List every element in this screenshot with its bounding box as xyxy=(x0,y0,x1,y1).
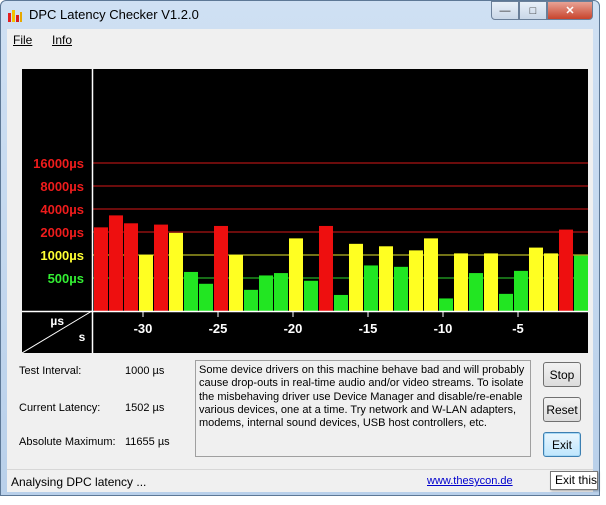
latency-bar xyxy=(469,273,483,311)
latency-bar xyxy=(514,270,528,311)
latency-bar xyxy=(499,293,513,311)
exit-tooltip: Exit this xyxy=(550,471,598,490)
latency-bar xyxy=(289,238,303,311)
corner-unit-label: µs xyxy=(50,314,64,328)
y-tick-label: 4000µs xyxy=(40,202,84,217)
y-tick-label: 8000µs xyxy=(40,179,84,194)
test-interval-label: Test Interval: xyxy=(19,365,82,377)
y-tick-label: 500µs xyxy=(48,271,84,286)
x-tick-label: -15 xyxy=(359,321,378,336)
latency-bar xyxy=(274,273,288,311)
menu-file-label: File xyxy=(13,33,33,47)
exit-button[interactable]: Exit xyxy=(543,432,581,457)
latency-chart: 16000µs 8000µs 4000µs 2000µs 1000µs 500µs µs s -… xyxy=(22,69,588,353)
latency-bar xyxy=(334,294,348,311)
latency-bar xyxy=(484,253,498,311)
latency-bar xyxy=(544,253,558,311)
absolute-max-label: Absolute Maximum: xyxy=(19,436,116,448)
maximize-icon: □ xyxy=(529,4,537,17)
menu-info-label: Info xyxy=(52,33,73,47)
latency-bar xyxy=(94,227,108,311)
status-bar: Analysing DPC latency ... www.thesycon.d… xyxy=(7,469,593,492)
latency-bar xyxy=(124,223,138,311)
latency-bar xyxy=(109,215,123,311)
latency-bar xyxy=(184,271,198,311)
app-bars-icon xyxy=(8,10,22,22)
maximize-button[interactable]: □ xyxy=(519,1,547,20)
x-tick-label: -25 xyxy=(209,321,228,336)
y-tick-label: 2000µs xyxy=(40,225,84,240)
close-button[interactable]: ✕ xyxy=(547,1,593,20)
latency-bar xyxy=(199,283,213,311)
latency-bar xyxy=(139,255,153,311)
menu-file[interactable]: File xyxy=(13,33,32,47)
menu-bar: File Info xyxy=(7,29,593,51)
client-area: File Info 16000µs 8000µs 4000µs 2000µs 1000µ… xyxy=(7,29,593,492)
latency-bar xyxy=(574,255,588,311)
latency-bar xyxy=(154,224,168,311)
x-tick-label: -30 xyxy=(134,321,153,336)
absolute-max-value: 11655 µs xyxy=(125,436,170,448)
app-window: DPC Latency Checker V1.2.0 — □ ✕ File In… xyxy=(0,0,600,496)
x-tick-label: -5 xyxy=(512,321,524,336)
current-latency-label: Current Latency: xyxy=(19,402,101,414)
window-title: DPC Latency Checker V1.2.0 xyxy=(29,7,199,22)
latency-bar xyxy=(169,232,183,311)
title-bar[interactable]: DPC Latency Checker V1.2.0 — □ ✕ xyxy=(1,1,599,29)
website-link[interactable]: www.thesycon.de xyxy=(427,475,513,487)
latency-bar xyxy=(409,250,423,311)
y-tick-label: 16000µs xyxy=(33,156,84,171)
x-tick-label: -20 xyxy=(284,321,303,336)
latency-bar xyxy=(259,275,273,311)
latency-bar xyxy=(349,243,363,311)
test-interval-value: 1000 µs xyxy=(125,365,165,377)
latency-bar xyxy=(244,289,258,311)
latency-bar xyxy=(529,247,543,311)
latency-bar xyxy=(424,238,438,311)
latency-bar xyxy=(214,225,228,311)
latency-bar xyxy=(364,265,378,311)
latency-bar xyxy=(559,229,573,311)
latency-bar xyxy=(319,225,333,311)
latency-bar xyxy=(394,266,408,311)
minimize-icon: — xyxy=(499,4,511,17)
latency-bar xyxy=(229,255,243,311)
minimize-button[interactable]: — xyxy=(491,1,519,20)
y-tick-label: 1000µs xyxy=(40,248,84,263)
stop-button[interactable]: Stop xyxy=(543,362,581,387)
corner-seconds-label: s xyxy=(79,330,86,344)
menu-info[interactable]: Info xyxy=(52,33,72,47)
status-text: Analysing DPC latency ... xyxy=(11,475,147,489)
latency-bar xyxy=(454,253,468,311)
latency-bar xyxy=(379,246,393,311)
latency-bar xyxy=(439,298,453,311)
close-icon: ✕ xyxy=(565,5,575,17)
x-tick-label: -10 xyxy=(434,321,453,336)
reset-button[interactable]: Reset xyxy=(543,397,581,422)
advice-message: Some device drivers on this machine beha… xyxy=(195,360,531,457)
latency-bar xyxy=(304,280,318,311)
current-latency-value: 1502 µs xyxy=(125,402,165,414)
